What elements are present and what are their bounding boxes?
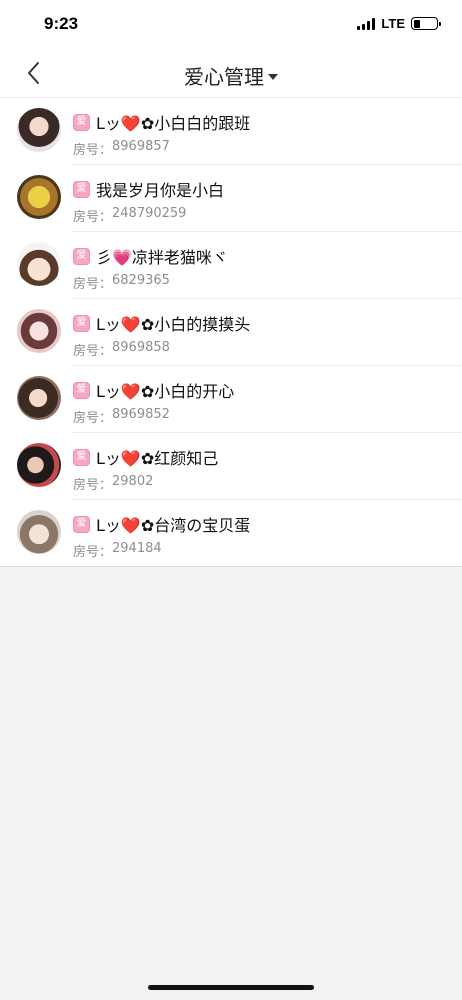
room-name: Lッ❤️✿小白白的跟班 <box>96 114 251 133</box>
room-name: 彡💗凉拌老猫咪ヾ <box>96 248 228 267</box>
avatar <box>17 175 61 219</box>
avatar <box>17 309 61 353</box>
love-badge-icon: 爱 <box>73 180 90 198</box>
page-title: 爱心管理 <box>184 65 264 89</box>
room-number: 248790259 <box>112 206 187 221</box>
battery-icon <box>411 17 441 30</box>
avatar <box>17 510 61 554</box>
room-name: 我是岁月你是小白 <box>96 181 225 200</box>
love-badge-icon: 爱 <box>73 515 90 533</box>
home-indicator[interactable] <box>148 985 314 990</box>
list-item[interactable]: 爱 Lッ❤️✿小白的开心 房号： 8969852 <box>0 366 462 433</box>
avatar <box>17 108 61 152</box>
room-name: Lッ❤️✿红颜知己 <box>96 449 219 468</box>
room-name: Lッ❤️✿台湾の宝贝蛋 <box>96 516 251 535</box>
title-dropdown[interactable]: 爱心管理 <box>0 61 462 90</box>
room-number: 8969858 <box>112 340 170 355</box>
room-number: 8969857 <box>112 139 170 154</box>
room-list: 爱 Lッ❤️✿小白白的跟班 房号： 8969857 爱 我是岁月你是小白 房号： 2… <box>0 98 462 567</box>
cellular-signal-icon <box>357 17 376 30</box>
love-badge-icon: 爱 <box>73 448 90 466</box>
status-indicators: LTE <box>357 16 441 31</box>
avatar <box>17 376 61 420</box>
room-number: 29802 <box>112 474 154 489</box>
caret-down-icon <box>268 73 278 80</box>
avatar <box>17 443 61 487</box>
room-number: 8969852 <box>112 407 170 422</box>
list-item[interactable]: 爱 Lッ❤️✿小白白的跟班 房号： 8969857 <box>0 98 462 165</box>
network-type: LTE <box>381 16 405 31</box>
room-label: 房号： <box>73 344 113 359</box>
status-time: 9:23 <box>44 14 79 33</box>
love-badge-icon: 爱 <box>73 314 90 332</box>
room-name: Lッ❤️✿小白的摸摸头 <box>96 315 251 334</box>
room-name: Lッ❤️✿小白的开心 <box>96 382 235 401</box>
room-label: 房号： <box>73 545 113 560</box>
list-item[interactable]: 爱 Lッ❤️✿台湾の宝贝蛋 房号： 294184 <box>0 500 462 567</box>
list-item[interactable]: 爱 Lッ❤️✿红颜知己 房号： 29802 <box>0 433 462 500</box>
room-label: 房号： <box>73 478 113 493</box>
love-badge-icon: 爱 <box>73 247 90 265</box>
room-label: 房号： <box>73 277 113 292</box>
room-label: 房号： <box>73 143 113 158</box>
avatar <box>17 242 61 286</box>
room-number: 294184 <box>112 541 162 556</box>
list-item[interactable]: 爱 我是岁月你是小白 房号： 248790259 <box>0 165 462 232</box>
navigation-bar: 爱心管理 <box>0 48 462 98</box>
list-item[interactable]: 爱 Lッ❤️✿小白的摸摸头 房号： 8969858 <box>0 299 462 366</box>
room-label: 房号： <box>73 411 113 426</box>
status-bar: 9:23 LTE <box>0 0 462 48</box>
list-item[interactable]: 爱 彡💗凉拌老猫咪ヾ 房号： 6829365 <box>0 232 462 299</box>
love-badge-icon: 爱 <box>73 113 90 131</box>
room-label: 房号： <box>73 210 113 225</box>
love-badge-icon: 爱 <box>73 381 90 399</box>
room-number: 6829365 <box>112 273 170 288</box>
